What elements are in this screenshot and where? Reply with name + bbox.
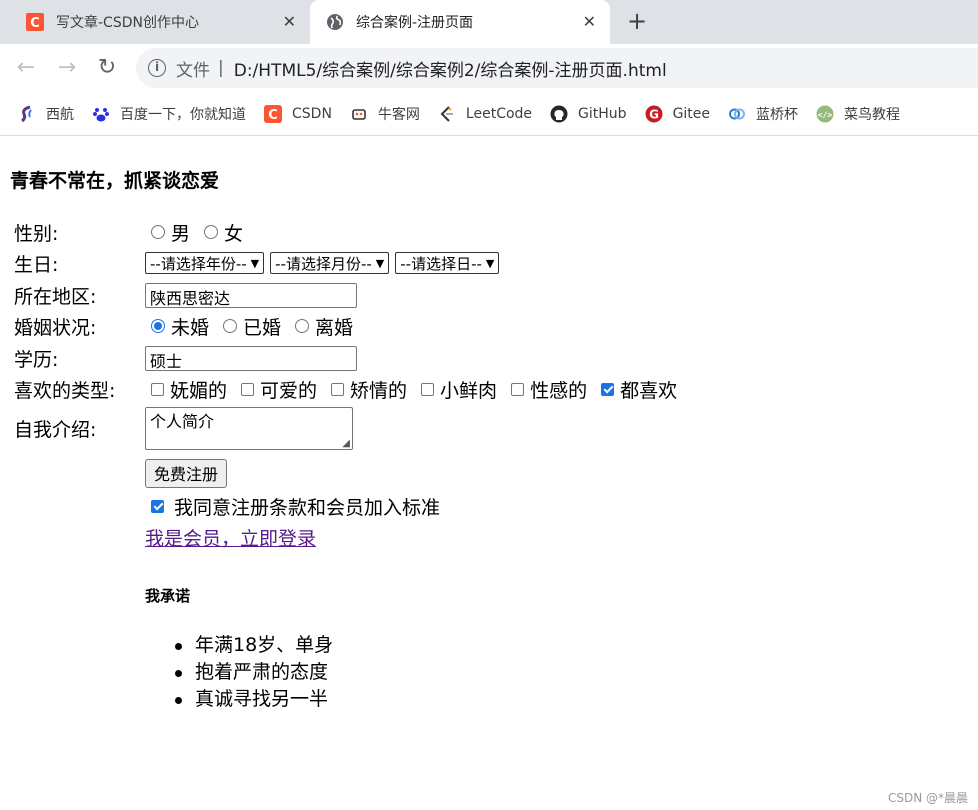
tab-title: 综合案例-注册页面 bbox=[356, 15, 474, 31]
lanqiao-icon bbox=[729, 108, 746, 119]
new-tab-button[interactable]: + bbox=[624, 8, 650, 34]
svg-text:C: C bbox=[268, 108, 278, 123]
watermark: CSDN @*晨晨 bbox=[887, 791, 968, 805]
bookmark-github[interactable]: GitHub bbox=[550, 105, 627, 123]
types-row: 喜欢的类型: 妩媚的 可爱的 矫情的 小鲜肉 性感的 都喜欢 bbox=[14, 374, 685, 404]
chevron-down-icon: ▼ bbox=[375, 256, 385, 270]
login-link[interactable]: 我是会员，立即登录 bbox=[145, 524, 316, 551]
marital-divorced-label: 离婚 bbox=[315, 316, 354, 339]
page-title: 青春不常在，抓紧谈恋爱 bbox=[10, 170, 220, 192]
region-label: 所在地区: bbox=[14, 285, 97, 308]
type-young-checkbox[interactable] bbox=[421, 382, 435, 396]
marital-row: 婚姻状况: 未婚 已婚 离婚 bbox=[14, 311, 361, 341]
chevron-down-icon: ▼ bbox=[485, 256, 495, 270]
gender-label: 性别: bbox=[14, 222, 59, 245]
runoob-icon: </> bbox=[816, 105, 834, 122]
marital-married-label: 已婚 bbox=[243, 316, 282, 339]
type-cute-checkbox[interactable] bbox=[241, 382, 255, 396]
xihang-icon bbox=[21, 105, 32, 122]
back-arrow-icon[interactable]: ← bbox=[14, 56, 38, 80]
baidu-icon bbox=[93, 107, 109, 121]
gender-row: 性别: 男 女 bbox=[14, 217, 251, 247]
marital-married-radio[interactable] bbox=[223, 319, 238, 333]
chevron-down-icon: ▼ bbox=[250, 256, 260, 270]
bookmark-runoob[interactable]: </> 菜鸟教程 bbox=[816, 104, 900, 124]
register-button[interactable]: 免费注册 bbox=[145, 458, 228, 488]
url-scheme: 文件 bbox=[176, 60, 210, 81]
nowcoder-icon bbox=[352, 108, 366, 120]
tab-csdn-editor[interactable]: C 写文章-CSDN创作中心 ✕ bbox=[0, 0, 310, 44]
csdn-icon: C bbox=[264, 104, 282, 123]
gitee-icon: G bbox=[645, 105, 663, 122]
education-row: 学历: 硕士 bbox=[14, 343, 357, 373]
marital-divorced-radio[interactable] bbox=[295, 319, 310, 333]
leetcode-icon bbox=[440, 105, 453, 122]
type-sexy-checkbox[interactable] bbox=[511, 382, 525, 396]
intro-textarea[interactable]: 个人简介 ◢ bbox=[145, 406, 353, 450]
info-icon[interactable]: i bbox=[148, 59, 166, 77]
page-content: 青春不常在，抓紧谈恋爱 性别: 男 女 生日: --请选择年份-- ▼ --请选择… bbox=[0, 136, 978, 810]
reload-icon[interactable]: ↻ bbox=[95, 56, 119, 80]
promise-heading: 我承诺 bbox=[145, 587, 191, 605]
birthday-label: 生日: bbox=[14, 253, 59, 276]
type-all-checkbox[interactable] bbox=[601, 382, 615, 396]
tab-title: 写文章-CSDN创作中心 bbox=[56, 15, 199, 31]
education-label: 学历: bbox=[14, 348, 59, 371]
submit-row: 免费注册 bbox=[145, 458, 228, 488]
gender-male-label: 男 bbox=[171, 222, 191, 245]
marital-label: 婚姻状况: bbox=[14, 316, 97, 339]
birth-month-select[interactable]: --请选择月份-- ▼ bbox=[270, 252, 390, 274]
birth-day-select[interactable]: --请选择日-- ▼ bbox=[395, 252, 500, 274]
bookmark-nowcoder[interactable]: 牛客网 bbox=[350, 104, 420, 124]
type-pretentious-checkbox[interactable] bbox=[331, 382, 345, 396]
birth-year-select[interactable]: --请选择年份-- ▼ bbox=[145, 252, 265, 274]
globe-icon bbox=[327, 14, 343, 30]
bookmark-xihang[interactable]: 西航 bbox=[18, 104, 74, 124]
agree-row: 我同意注册条款和会员加入标准 bbox=[145, 491, 440, 521]
tab-strip: C 写文章-CSDN创作中心 ✕ 综合案例-注册页面 ✕ + bbox=[0, 0, 978, 44]
intro-label: 自我介绍: bbox=[14, 418, 97, 441]
region-row: 所在地区: 陕西思密达 bbox=[14, 280, 357, 310]
gender-female-label: 女 bbox=[224, 222, 244, 245]
birthday-row: 生日: --请选择年份-- ▼ --请选择月份-- ▼ --请选择日-- ▼ bbox=[14, 248, 505, 278]
bookmark-lanqiao[interactable]: 蓝桥杯 bbox=[728, 104, 798, 124]
list-item: 年满18岁、单身 bbox=[174, 632, 333, 659]
region-input[interactable]: 陕西思密达 bbox=[145, 282, 357, 308]
intro-row: 自我介绍: 个人简介 ◢ bbox=[14, 406, 353, 450]
type-charming-checkbox[interactable] bbox=[151, 382, 164, 396]
url-text: D:/HTML5/综合案例/综合案例2/综合案例-注册页面.html bbox=[233, 60, 667, 81]
svg-text:G: G bbox=[649, 107, 659, 121]
csdn-icon: C bbox=[26, 13, 44, 31]
bookmark-csdn[interactable]: C CSDN bbox=[264, 104, 332, 123]
education-input[interactable]: 硕士 bbox=[145, 345, 357, 371]
resize-grip-icon[interactable]: ◢ bbox=[342, 438, 350, 449]
list-item: 真诚寻找另一半 bbox=[174, 686, 333, 713]
bookmark-baidu[interactable]: 百度一下，你就知道 bbox=[92, 104, 246, 124]
close-icon[interactable]: ✕ bbox=[283, 13, 296, 31]
gender-female-radio[interactable] bbox=[204, 225, 219, 239]
login-row: 我是会员，立即登录 bbox=[145, 522, 316, 552]
agree-label: 我同意注册条款和会员加入标准 bbox=[174, 496, 441, 519]
marital-single-label: 未婚 bbox=[171, 316, 210, 339]
url-separator: | bbox=[218, 58, 224, 78]
list-item: 抱着严肃的态度 bbox=[174, 659, 333, 686]
tab-register-page[interactable]: 综合案例-注册页面 ✕ bbox=[310, 0, 610, 44]
browser-toolbar: ← → ↻ i 文件 | D:/HTML5/综合案例/综合案例2/综合案例-注册… bbox=[0, 44, 978, 92]
types-label: 喜欢的类型: bbox=[14, 379, 116, 402]
github-icon bbox=[550, 105, 568, 122]
bookmarks-bar: 西航 百度一下，你就知道 C CSDN 牛客网 LeetCode GitHub … bbox=[0, 92, 978, 136]
close-icon[interactable]: ✕ bbox=[583, 13, 596, 31]
forward-arrow-icon[interactable]: → bbox=[55, 56, 79, 80]
promise-list: 年满18岁、单身 抱着严肃的态度 真诚寻找另一半 bbox=[174, 632, 333, 713]
address-bar[interactable]: i 文件 | D:/HTML5/综合案例/综合案例2/综合案例-注册页面.htm… bbox=[136, 48, 978, 88]
marital-single-radio[interactable] bbox=[151, 319, 165, 333]
bookmark-gitee[interactable]: G Gitee bbox=[645, 105, 710, 123]
bookmark-leetcode[interactable]: LeetCode bbox=[438, 105, 532, 123]
svg-text:C: C bbox=[30, 16, 40, 31]
gender-male-radio[interactable] bbox=[151, 225, 165, 239]
svg-text:</>: </> bbox=[818, 110, 833, 119]
agree-checkbox[interactable] bbox=[151, 499, 164, 513]
